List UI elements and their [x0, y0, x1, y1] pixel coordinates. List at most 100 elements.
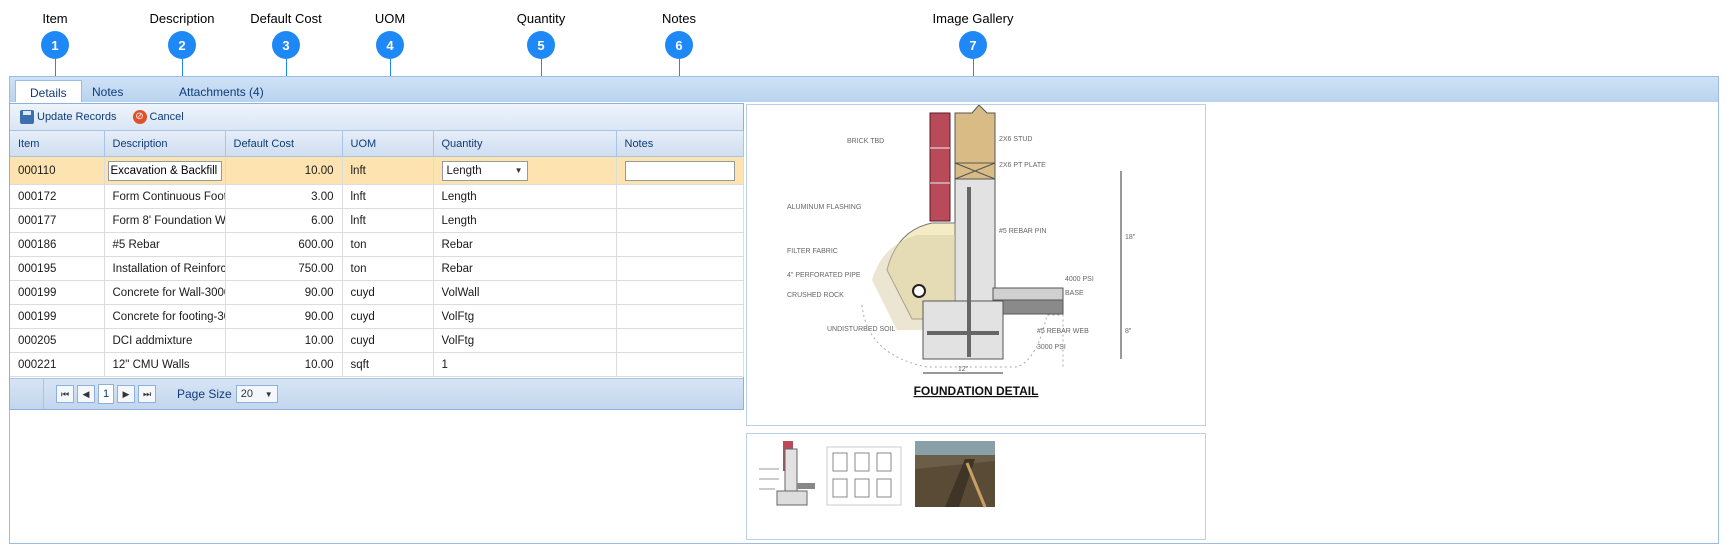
callout-badge: 5 [527, 31, 555, 59]
drawing-label: #5 REBAR PIN [999, 228, 1046, 235]
column-header-description[interactable]: Description [104, 131, 226, 157]
callout-badge: 4 [376, 31, 404, 59]
drawing-label: #5 REBAR WEB [1037, 328, 1089, 335]
drawing-label: 2X6 PT PLATE [999, 162, 1046, 169]
page-size-select[interactable]: 20 ▼ [235, 385, 278, 403]
cell-default-cost: 90.00 [225, 304, 343, 329]
notes-input[interactable] [624, 160, 735, 181]
column-header-item[interactable]: Item [10, 131, 105, 157]
cell-uom: lnft [342, 156, 434, 185]
callout-badge: 1 [41, 31, 69, 59]
cell-uom: ton [342, 256, 434, 281]
thumbnail-sections[interactable] [825, 439, 905, 509]
cell-item: 000172 [10, 184, 105, 209]
update-records-button[interactable]: Update Records [20, 110, 117, 124]
cell-notes [616, 352, 744, 377]
cell-item: 000221 [10, 352, 105, 377]
tab-attachments[interactable]: Attachments (4) [165, 80, 278, 104]
cell-quantity: VolFtg [433, 328, 617, 353]
table-row[interactable]: 000177 Form 8' Foundation Wall 6.00 lnft Len… [10, 208, 744, 233]
drawing-label: 8" [1125, 328, 1132, 335]
cell-notes [616, 328, 744, 353]
drawing-label: BASE [1065, 290, 1084, 297]
cell-item: 000199 [10, 280, 105, 305]
table-row[interactable]: 000199 Concrete for Wall-3000 90.00 cuyd Vol… [10, 280, 744, 305]
grid-table: Item Description Default Cost UOM Quanti… [10, 131, 744, 377]
callout-label: Notes [662, 11, 696, 26]
drawing-title: FOUNDATION DETAIL [914, 384, 1039, 398]
foundation-detail-drawing: BRICK TBD 2X6 STUD 2X6 PT PLATE ALUMINUM FL… [787, 104, 1136, 398]
cell-default-cost: 3.00 [225, 184, 343, 209]
callout-label: Default Cost [250, 11, 322, 26]
table-row[interactable]: 000221 12" CMU Walls 10.00 sqft 1 [10, 352, 744, 377]
cell-default-cost: 10.00 [225, 328, 343, 353]
cancel-button[interactable]: ⊘ Cancel [132, 110, 184, 124]
column-header-notes[interactable]: Notes [616, 131, 744, 157]
grid-toolbar: Update Records ⊘ Cancel [10, 104, 743, 131]
last-page-button[interactable]: ⏭ [138, 385, 156, 403]
page-size-label: Page Size [177, 387, 232, 401]
cell-default-cost: 600.00 [225, 232, 343, 257]
callout-label: Description [149, 11, 215, 26]
page-number[interactable]: 1 [98, 384, 114, 404]
cell-description: Form 8' Foundation Wall [104, 208, 226, 233]
callout-label: Quantity [516, 11, 566, 26]
drawing-label: 3000 PSI [1037, 344, 1066, 351]
cell-quantity: Rebar [433, 256, 617, 281]
prev-page-button[interactable]: ◀ [77, 385, 95, 403]
pager: ⏮ ◀ 1 ▶ ⏭ Page Size 20 ▼ [10, 378, 743, 409]
drawing-label: 4000 PSI [1065, 276, 1094, 283]
cell-description: Form Continuous Footing [104, 184, 226, 209]
description-input[interactable] [107, 160, 222, 181]
cell-item: 000186 [10, 232, 105, 257]
image-gallery-thumbnails [746, 433, 1206, 540]
column-header-quantity[interactable]: Quantity [433, 131, 617, 157]
cell-uom: cuyd [342, 304, 434, 329]
cell-default-cost: 750.00 [225, 256, 343, 281]
chevron-down-icon: ▼ [514, 166, 523, 175]
table-row[interactable]: 000172Form Continuous Footing3.00lnftLen… [10, 184, 744, 209]
cell-uom: lnft [342, 208, 434, 233]
drawing-label: CRUSHED ROCK [787, 292, 844, 299]
table-row[interactable]: 000195Installation of Reinforcing750.00t… [10, 256, 744, 281]
cell-item: 000110 [10, 156, 105, 185]
first-page-button[interactable]: ⏮ [56, 385, 74, 403]
cell-quantity: VolFtg [433, 304, 617, 329]
thumbnail-site-photo[interactable] [915, 439, 995, 509]
callout-label: Image Gallery [932, 11, 1014, 26]
editing-row[interactable]: 000110 10.00 lnft Length ▼ [10, 156, 744, 185]
callout-badge: 3 [272, 31, 300, 59]
quantity-select[interactable]: Length ▼ [441, 160, 528, 181]
cell-description: Installation of Reinforcing [104, 256, 226, 281]
tab-notes[interactable]: Notes [78, 80, 137, 104]
cell-quantity: Length [433, 208, 617, 233]
thumbnail-foundation-detail[interactable] [751, 439, 831, 509]
table-row[interactable]: 000199Concrete for footing-300090.00cuyd… [10, 304, 744, 329]
cell-notes [616, 256, 744, 281]
cell-description: Concrete for Wall-3000 [104, 280, 226, 305]
column-header-uom[interactable]: UOM [342, 131, 434, 157]
column-header-default-cost[interactable]: Default Cost [225, 131, 343, 157]
cancel-icon: ⊘ [132, 110, 147, 124]
drawing-label: UNDISTURBED SOIL [827, 326, 896, 333]
cell-item: 000195 [10, 256, 105, 281]
cell-quantity: 1 [433, 352, 617, 377]
image-gallery-main[interactable]: BRICK TBD 2X6 STUD 2X6 PT PLATE ALUMINUM FL… [746, 104, 1206, 426]
cell-item: 000205 [10, 328, 105, 353]
cell-quantity: Rebar [433, 232, 617, 257]
cell-default-cost: 10.00 [225, 352, 343, 377]
next-page-button[interactable]: ▶ [117, 385, 135, 403]
cell-uom: cuyd [342, 328, 434, 353]
table-row[interactable]: 000186 #5 Rebar 600.00 ton Rebar [10, 232, 744, 257]
drawing-label: ALUMINUM FLASHING [787, 204, 861, 211]
save-icon [20, 110, 34, 124]
callout-label: Item [42, 11, 68, 26]
cell-notes [616, 208, 744, 233]
chevron-down-icon: ▼ [264, 389, 273, 399]
table-row[interactable]: 000205 DCI addmixture 10.00 cuyd VolFtg [10, 328, 744, 353]
cell-default-cost: 6.00 [225, 208, 343, 233]
drawing-label: 4" PERFORATED PIPE [787, 272, 861, 279]
tab-strip: Details Notes Attachments (4) [9, 76, 1719, 105]
cell-uom: lnft [342, 184, 434, 209]
drawing-label: FILTER FABRIC [787, 248, 838, 255]
